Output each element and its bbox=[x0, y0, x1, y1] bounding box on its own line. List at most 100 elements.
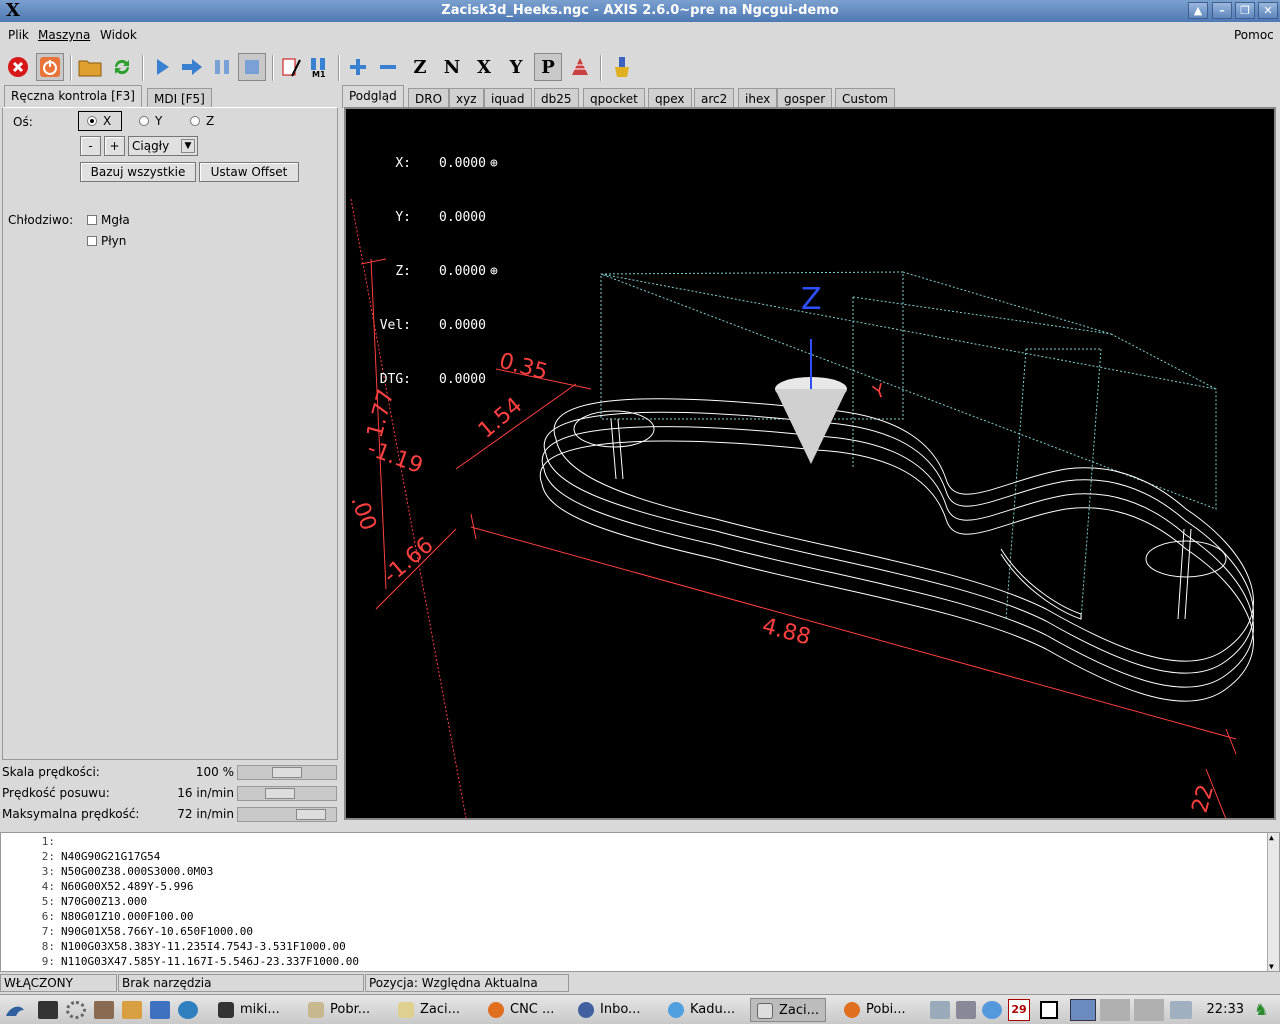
tab-mdi[interactable]: MDI [F5] bbox=[147, 88, 212, 109]
scroll-up-icon[interactable]: ▲ bbox=[1269, 833, 1274, 842]
axis-z-radio[interactable] bbox=[190, 116, 200, 126]
terminal-launcher-icon[interactable] bbox=[38, 1001, 58, 1019]
zoom-in-icon[interactable] bbox=[344, 53, 372, 81]
set-offset-button[interactable]: Ustaw Offset bbox=[199, 162, 299, 182]
gcode-line[interactable]: 9: N110G03X47.585Y-11.167I-5.546J-23.337F… bbox=[1, 955, 359, 970]
task-firefox-download[interactable]: Pobi... bbox=[838, 998, 912, 1022]
task-downloads[interactable]: Pobr... bbox=[302, 998, 376, 1022]
jog-minus-button[interactable]: - bbox=[80, 136, 101, 156]
workspace-3-icon[interactable] bbox=[1100, 999, 1130, 1021]
tab-qpex[interactable]: qpex bbox=[648, 88, 692, 109]
gcode-line[interactable]: 5: N70G00Z13.000 bbox=[1, 895, 147, 910]
mist-checkbox[interactable] bbox=[87, 215, 97, 225]
view-rotated-z-icon[interactable]: N bbox=[438, 53, 466, 81]
menu-widok[interactable]: Widok bbox=[100, 28, 137, 42]
gcode-line[interactable]: 7: N90G01X58.766Y-10.650F1000.00 bbox=[1, 925, 253, 940]
volume-icon[interactable] bbox=[956, 1001, 976, 1019]
gcode-text: N110G03X47.585Y-11.167I-5.546J-23.337F10… bbox=[61, 955, 360, 968]
task-editor[interactable]: Zaci... bbox=[392, 998, 466, 1022]
gcode-line[interactable]: 1: bbox=[1, 835, 61, 850]
menu-pomoc[interactable]: Pomoc bbox=[1234, 28, 1274, 42]
tab-arc2[interactable]: arc2 bbox=[694, 88, 735, 109]
tab-custom[interactable]: Custom bbox=[835, 88, 895, 109]
system-launcher-icon[interactable] bbox=[122, 1001, 142, 1019]
calendar-icon[interactable]: 29 bbox=[1008, 999, 1030, 1021]
reload-icon[interactable] bbox=[108, 53, 136, 81]
battery-icon[interactable] bbox=[1170, 1001, 1192, 1019]
tab-xyz[interactable]: xyz bbox=[449, 88, 484, 109]
minimize-icon[interactable]: – bbox=[1212, 2, 1232, 19]
view-x-icon[interactable]: X bbox=[470, 53, 498, 81]
tray-chat-icon[interactable] bbox=[982, 1001, 1002, 1019]
tab-preview[interactable]: Podgląd bbox=[342, 85, 404, 108]
tab-dro[interactable]: DRO bbox=[408, 88, 450, 109]
tab-gosper[interactable]: gosper bbox=[777, 88, 833, 109]
jog-plus-button[interactable]: + bbox=[104, 136, 125, 156]
task-axis[interactable]: Zaci... bbox=[750, 998, 827, 1022]
step-icon[interactable] bbox=[178, 53, 206, 81]
network-icon[interactable] bbox=[930, 1001, 950, 1019]
shade-icon[interactable]: ▲ bbox=[1188, 2, 1208, 19]
tab-ihex[interactable]: ihex bbox=[738, 88, 778, 109]
power-icon[interactable] bbox=[36, 53, 64, 81]
open-file-icon[interactable] bbox=[76, 53, 104, 81]
block-delete-icon[interactable] bbox=[278, 53, 306, 81]
task-kadu[interactable]: Kadu... bbox=[662, 998, 741, 1022]
tools-launcher-icon[interactable] bbox=[94, 1001, 114, 1019]
close-icon[interactable]: ✕ bbox=[1258, 2, 1278, 19]
slider-knob[interactable] bbox=[272, 767, 302, 778]
axis-y-radio[interactable] bbox=[139, 116, 149, 126]
gcode-line[interactable]: 2: N40G90G21G17G54 bbox=[1, 850, 161, 865]
jog-mode-select[interactable]: Ciągły ▼ bbox=[128, 136, 198, 156]
gcode-scrollbar[interactable]: ▲ ▼ bbox=[1267, 833, 1279, 971]
tab-iquad[interactable]: iquad bbox=[484, 88, 532, 109]
task-firefox-cnc[interactable]: CNC ... bbox=[482, 998, 560, 1022]
gcode-line[interactable]: 4: N60G00X52.489Y-5.996 bbox=[1, 880, 194, 895]
toggle-rotate-icon[interactable] bbox=[566, 53, 594, 81]
gcode-line[interactable]: 8: N100G03X58.383Y-11.235I4.754J-3.531F10… bbox=[1, 940, 346, 955]
task-inbox[interactable]: Inbo... bbox=[572, 998, 646, 1022]
workspace-4-icon[interactable] bbox=[1134, 999, 1164, 1021]
max-velocity-slider[interactable] bbox=[237, 807, 337, 822]
slider-knob[interactable] bbox=[296, 809, 326, 820]
home-all-button[interactable]: Bazuj wszystkie bbox=[80, 162, 196, 182]
clock[interactable]: 22:33 bbox=[1207, 1002, 1244, 1017]
browser-launcher-icon[interactable] bbox=[178, 1001, 198, 1019]
pause-icon[interactable] bbox=[208, 53, 236, 81]
view-perspective-icon[interactable]: P bbox=[534, 53, 562, 81]
estop-icon[interactable] bbox=[4, 53, 32, 81]
gcode-line[interactable]: 6: N80G01Z10.000F100.00 bbox=[1, 910, 194, 925]
workspace-1-icon[interactable] bbox=[1040, 1001, 1058, 1019]
task-terminal[interactable]: miki... bbox=[212, 998, 286, 1022]
view-z-icon[interactable]: Z bbox=[406, 53, 434, 81]
tab-qpocket[interactable]: qpocket bbox=[583, 88, 645, 109]
gcode-listing[interactable]: 1: 2: N40G90G21G17G54 3: N50G00Z38.000S300… bbox=[0, 832, 1280, 972]
zoom-out-icon[interactable] bbox=[374, 53, 402, 81]
toolpath-preview[interactable]: Z Y 1.77 -1.19 0.35 1.54 4.88 22 -1.66 .… bbox=[344, 107, 1276, 820]
feed-override-slider[interactable] bbox=[237, 765, 337, 780]
clear-plot-icon[interactable] bbox=[608, 53, 636, 81]
slider-knob[interactable] bbox=[265, 788, 295, 799]
gcode-line[interactable]: 3: N50G00Z38.000S3000.0M03 bbox=[1, 865, 214, 880]
menu-maszyna[interactable]: Maszyna bbox=[38, 28, 90, 42]
logout-icon[interactable]: ♞ bbox=[1254, 1000, 1274, 1020]
gallery-launcher-icon[interactable] bbox=[150, 1001, 170, 1019]
flood-checkbox[interactable] bbox=[87, 236, 97, 246]
workspace-2-icon[interactable] bbox=[1070, 999, 1096, 1021]
maximize-icon[interactable]: ❐ bbox=[1235, 2, 1255, 19]
text-editor-icon bbox=[398, 1002, 414, 1018]
chevron-down-icon[interactable]: ▼ bbox=[181, 139, 195, 153]
jog-speed-slider[interactable] bbox=[237, 786, 337, 801]
stop-icon[interactable] bbox=[238, 53, 266, 81]
menu-plik[interactable]: Plik bbox=[8, 28, 29, 42]
settings-launcher-icon[interactable] bbox=[66, 1001, 86, 1019]
coolant-label: Chłodziwo: bbox=[8, 213, 74, 227]
optional-stop-icon[interactable]: M1 bbox=[306, 53, 334, 81]
tab-db25[interactable]: db25 bbox=[534, 88, 579, 109]
axis-x-radio[interactable] bbox=[87, 116, 97, 126]
scroll-down-icon[interactable]: ▼ bbox=[1269, 962, 1274, 971]
view-y-icon[interactable]: Y bbox=[502, 53, 530, 81]
run-icon[interactable] bbox=[148, 53, 176, 81]
start-menu-icon[interactable] bbox=[4, 1000, 26, 1020]
tab-manual-control[interactable]: Ręczna kontrola [F3] bbox=[4, 85, 142, 108]
